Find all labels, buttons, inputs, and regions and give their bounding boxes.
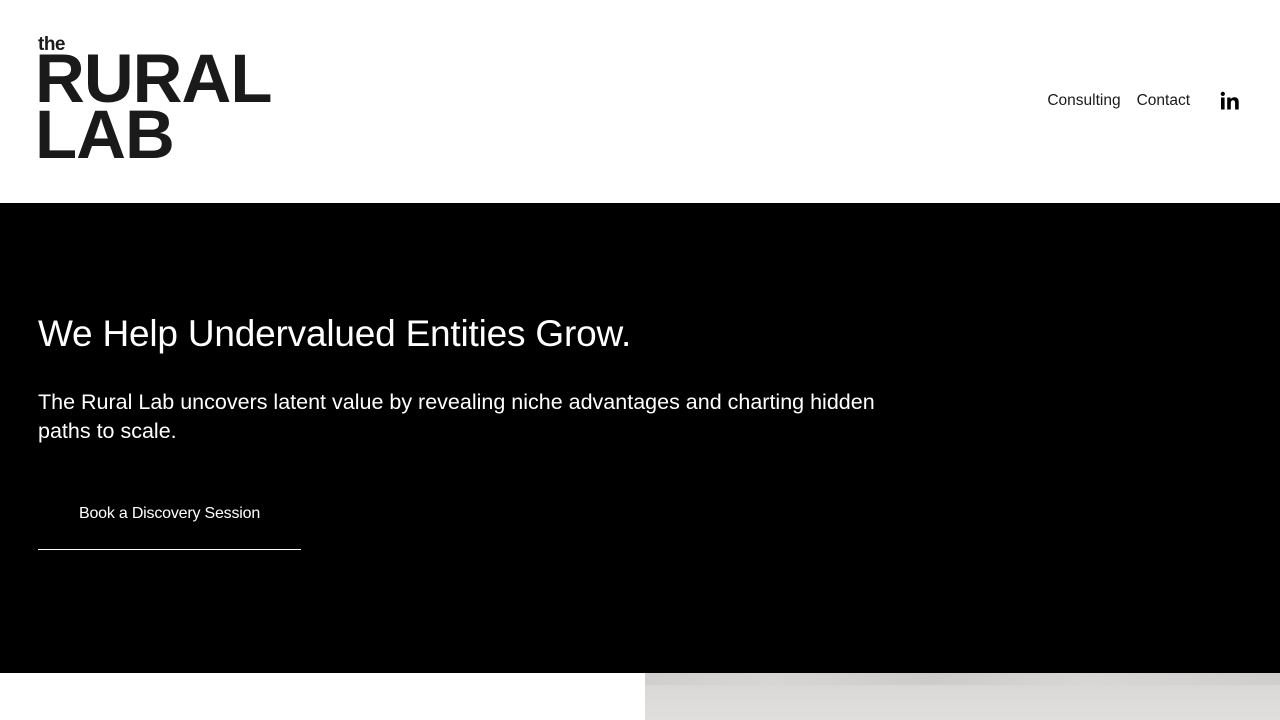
section-image — [645, 673, 1280, 720]
book-discovery-session-button[interactable]: Book a Discovery Session — [38, 489, 301, 550]
site-header: the RURAL LAB Consulting Contact — [0, 0, 1280, 203]
hero-subtitle: The Rural Lab uncovers latent value by r… — [38, 390, 875, 443]
image-texture — [645, 673, 1280, 685]
next-section-text-column — [0, 673, 645, 720]
page: the RURAL LAB Consulting Contact We Help… — [0, 0, 1280, 720]
logo-word-lab: LAB — [35, 96, 175, 173]
hero-title: We Help Undervalued Entities Grow. — [38, 313, 632, 354]
next-section — [0, 673, 1280, 720]
nav-link-contact[interactable]: Contact — [1137, 90, 1190, 112]
main-nav: Consulting Contact — [1047, 90, 1190, 112]
nav-link-consulting[interactable]: Consulting — [1047, 90, 1120, 112]
linkedin-icon[interactable] — [1220, 91, 1240, 111]
hero-section: We Help Undervalued Entities Grow. The R… — [0, 203, 1280, 673]
site-logo[interactable]: the RURAL LAB — [35, 35, 278, 173]
